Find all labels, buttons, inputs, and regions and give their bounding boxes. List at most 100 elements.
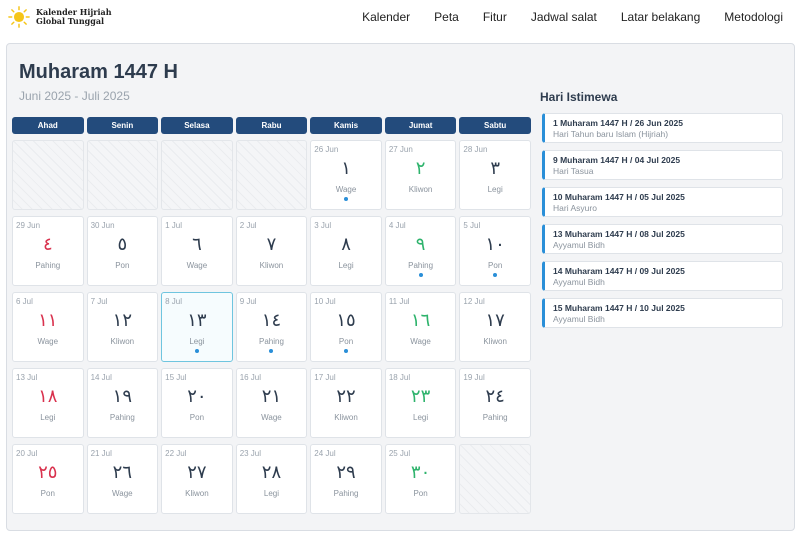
hijri-day-number: ١٦ bbox=[410, 310, 431, 331]
gregorian-date: 21 Jul bbox=[90, 449, 112, 458]
hijri-day-number: ٢٤ bbox=[485, 386, 505, 407]
calendar-day-cell[interactable]: 4 Jul ٩ Pahing bbox=[384, 216, 457, 286]
month-subtitle: Juni 2025 - Juli 2025 bbox=[19, 89, 130, 103]
calendar-day-cell[interactable]: 27 Jun ٢ Kliwon bbox=[384, 140, 457, 210]
gregorian-date: 13 Jul bbox=[16, 373, 38, 382]
calendar-day-cell[interactable]: 17 Jul ٢٢ Kliwon bbox=[310, 368, 382, 438]
sun-icon bbox=[8, 6, 30, 28]
gregorian-date: 20 Jul bbox=[16, 449, 38, 458]
calendar-day-cell[interactable]: 2 Jul ٧ Kliwon bbox=[235, 216, 308, 286]
calendar-day-cell[interactable]: 15 Jul ٢٠ Pon bbox=[161, 368, 233, 438]
gregorian-date: 5 Jul bbox=[463, 221, 481, 230]
calendar-day-cell[interactable]: 21 Jul ٢٦ Wage bbox=[86, 444, 159, 514]
event-dot-icon bbox=[344, 197, 349, 201]
hijri-day-number: ١٤ bbox=[261, 310, 282, 331]
calendar-day-cell[interactable]: 16 Jul ٢١ Wage bbox=[235, 368, 308, 438]
pasaran-label: Kliwon bbox=[110, 337, 135, 346]
pasaran-label: Legi bbox=[413, 413, 429, 422]
calendar-day-cell[interactable]: 23 Jul ٢٨ Legi bbox=[235, 444, 308, 514]
event-dot-icon bbox=[269, 349, 274, 353]
top-navbar: Kalender Hijriah Global Tunggal Kalender… bbox=[0, 0, 800, 36]
hijri-day-number: ١٢ bbox=[112, 310, 133, 331]
calendar-day-cell[interactable]: 20 Jul ٢٥ Pon bbox=[12, 444, 84, 514]
gregorian-date: 24 Jul bbox=[314, 449, 336, 458]
special-day-item[interactable]: 10 Muharam 1447 H / 05 Jul 2025 Hari Asyu… bbox=[542, 187, 783, 217]
calendar-day-cell[interactable]: 8 Jul ١٣ Legi bbox=[161, 292, 233, 362]
hijri-day-number: ٢١ bbox=[261, 386, 282, 407]
special-day-description: Hari Tasua bbox=[553, 166, 594, 176]
gregorian-date: 15 Jul bbox=[165, 373, 187, 382]
calendar-cell-empty bbox=[459, 444, 531, 514]
calendar-day-cell[interactable]: 7 Jul ١٢ Kliwon bbox=[86, 292, 159, 362]
calendar-day-cell[interactable]: 11 Jul ١٦ Wage bbox=[384, 292, 457, 362]
calendar-day-cell[interactable]: 24 Jul ٢٩ Pahing bbox=[310, 444, 382, 514]
pasaran-label: Pahing bbox=[35, 261, 61, 270]
calendar-day-cell[interactable]: 9 Jul ١٤ Pahing bbox=[235, 292, 308, 362]
gregorian-date: 27 Jun bbox=[388, 145, 413, 154]
nav-peta[interactable]: Peta bbox=[434, 10, 459, 24]
pasaran-label: Pon bbox=[338, 337, 354, 346]
gregorian-date: 28 Jun bbox=[463, 145, 488, 154]
calendar-day-cell[interactable]: 25 Jul ٣٠ Pon bbox=[384, 444, 457, 514]
gregorian-date: 7 Jul bbox=[90, 297, 108, 306]
special-day-item[interactable]: 13 Muharam 1447 H / 08 Jul 2025 Ayyamul B… bbox=[542, 224, 783, 254]
gregorian-date: 8 Jul bbox=[165, 297, 183, 306]
pasaran-label: Legi bbox=[40, 413, 56, 422]
pasaran-label: Wage bbox=[261, 413, 282, 422]
hijri-day-number: ١٩ bbox=[112, 386, 133, 407]
calendar-cell-empty bbox=[12, 140, 84, 210]
calendar-day-cell[interactable]: 22 Jul ٢٧ Kliwon bbox=[161, 444, 233, 514]
gregorian-date: 30 Jun bbox=[90, 221, 115, 230]
special-day-date: 14 Muharam 1447 H / 09 Jul 2025 bbox=[553, 266, 685, 276]
hijri-day-number: ٢ bbox=[415, 158, 426, 179]
calendar-day-cell[interactable]: 29 Jun ٤ Pahing bbox=[12, 216, 84, 286]
special-day-description: Ayyamul Bidh bbox=[553, 240, 605, 250]
calendar-day-cell[interactable]: 6 Jul ١١ Wage bbox=[12, 292, 84, 362]
event-dot-icon bbox=[493, 273, 498, 277]
calendar-grid: 26 Jun ١ Wage 27 Jun ٢ Kliwon 28 Jun ٣ Legi 29 Ju… bbox=[12, 140, 531, 514]
gregorian-date: 17 Jul bbox=[314, 373, 336, 382]
pasaran-label: Wage bbox=[335, 185, 357, 194]
calendar-cell-empty bbox=[235, 140, 308, 210]
pasaran-label: Pon bbox=[413, 489, 428, 498]
calendar-day-cell[interactable]: 30 Jun ٥ Pon bbox=[86, 216, 159, 286]
special-day-item[interactable]: 1 Muharam 1447 H / 26 Jun 2025 Hari Tahun… bbox=[542, 113, 783, 143]
pasaran-label: Pahing bbox=[482, 413, 508, 422]
event-dot-icon bbox=[418, 273, 423, 277]
pasaran-label: Kliwon bbox=[408, 185, 433, 194]
pasaran-label: Pahing bbox=[259, 337, 284, 346]
pasaran-label: Wage bbox=[37, 337, 59, 346]
gregorian-date: 22 Jul bbox=[165, 449, 187, 458]
event-dot-icon bbox=[344, 349, 349, 353]
pasaran-label: Pon bbox=[488, 261, 503, 270]
calendar-day-cell[interactable]: 19 Jul ٢٤ Pahing bbox=[459, 368, 531, 438]
calendar-day-cell[interactable]: 13 Jul ١٨ Legi bbox=[12, 368, 84, 438]
nav-jadwal-salat[interactable]: Jadwal salat bbox=[531, 10, 597, 24]
pasaran-label: Pon bbox=[115, 261, 130, 270]
nav-fitur[interactable]: Fitur bbox=[483, 10, 507, 24]
site-logo[interactable]: Kalender Hijriah Global Tunggal bbox=[8, 6, 112, 28]
special-day-item[interactable]: 14 Muharam 1447 H / 09 Jul 2025 Ayyamul B… bbox=[542, 261, 783, 291]
calendar-day-cell[interactable]: 10 Jul ١٥ Pon bbox=[310, 292, 382, 362]
weekday-sabtu: Sabtu bbox=[459, 117, 531, 134]
nav-kalender[interactable]: Kalender bbox=[362, 10, 410, 24]
logo-line-2: Global Tunggal bbox=[36, 16, 105, 26]
hijri-day-number: ١٥ bbox=[336, 310, 356, 331]
calendar-day-cell[interactable]: 1 Jul ٦ Wage bbox=[161, 216, 233, 286]
calendar-day-cell[interactable]: 3 Jul ٨ Legi bbox=[310, 216, 382, 286]
calendar-day-cell[interactable]: 14 Jul ١٩ Pahing bbox=[86, 368, 159, 438]
gregorian-date: 14 Jul bbox=[90, 373, 112, 382]
calendar-day-cell[interactable]: 28 Jun ٣ Legi bbox=[459, 140, 531, 210]
calendar-day-cell[interactable]: 5 Jul ١٠ Pon bbox=[459, 216, 531, 286]
special-day-item[interactable]: 15 Muharam 1447 H / 10 Jul 2025 Ayyamul B… bbox=[542, 298, 783, 328]
nav-metodologi[interactable]: Metodologi bbox=[724, 10, 783, 24]
special-day-date: 9 Muharam 1447 H / 04 Jul 2025 bbox=[553, 155, 681, 165]
hijri-day-number: ٢٩ bbox=[336, 462, 356, 483]
calendar-day-cell[interactable]: 18 Jul ٢٣ Legi bbox=[384, 368, 457, 438]
calendar-day-cell[interactable]: 12 Jul ١٧ Kliwon bbox=[459, 292, 531, 362]
nav-latar-belakang[interactable]: Latar belakang bbox=[621, 10, 700, 24]
calendar-day-cell[interactable]: 26 Jun ١ Wage bbox=[310, 140, 382, 210]
special-day-item[interactable]: 9 Muharam 1447 H / 04 Jul 2025 Hari Tasua bbox=[542, 150, 783, 180]
hijri-day-number: ٢٧ bbox=[187, 462, 207, 483]
gregorian-date: 23 Jul bbox=[239, 449, 262, 458]
